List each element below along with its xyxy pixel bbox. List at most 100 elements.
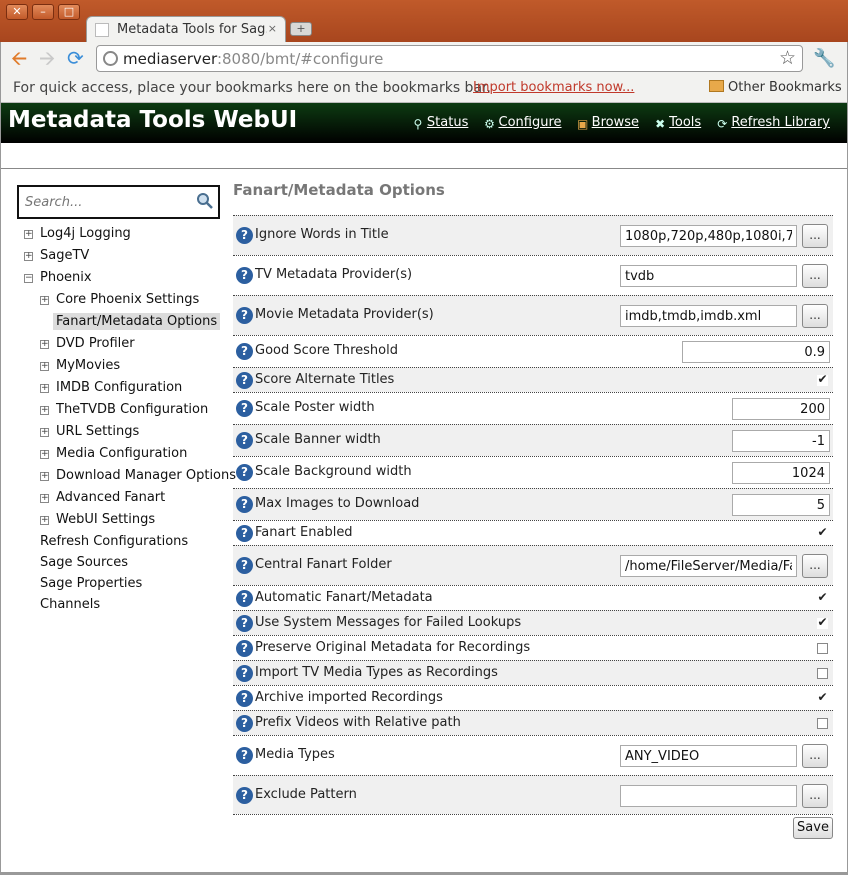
- minimize-window-button[interactable]: –: [32, 4, 54, 20]
- browse-button[interactable]: ...: [802, 264, 828, 288]
- tv-metadata-provider-s-input[interactable]: [620, 265, 797, 287]
- help-icon[interactable]: ?: [236, 786, 253, 804]
- search-icon[interactable]: [196, 192, 214, 210]
- import-tv-media-types-as-recordings-checkbox[interactable]: [817, 667, 828, 679]
- nav-status-link[interactable]: ⚲ Status: [411, 115, 469, 131]
- help-icon[interactable]: ?: [236, 589, 253, 607]
- tab-close-icon[interactable]: ×: [268, 22, 277, 35]
- tree-item-imdb-configuration[interactable]: + IMDB Configuration: [40, 378, 182, 398]
- scale-poster-width-input[interactable]: [732, 398, 830, 420]
- browse-button[interactable]: ...: [802, 304, 828, 328]
- tree-item-channels[interactable]: Channels: [40, 595, 100, 615]
- back-arrow-icon[interactable]: 🡨: [11, 47, 27, 69]
- scale-background-width-input[interactable]: [732, 462, 830, 484]
- nav-configure-link[interactable]: ⚙ Configure: [483, 115, 561, 131]
- reload-icon[interactable]: ⟳: [67, 47, 84, 69]
- tree-item-url-settings[interactable]: + URL Settings: [40, 422, 139, 442]
- tree-item-sage-sources[interactable]: Sage Sources: [40, 553, 128, 573]
- nav-browse-link[interactable]: ▣ Browse: [576, 115, 639, 131]
- save-button[interactable]: Save: [793, 817, 833, 839]
- tree-item-thetvdb-configuration[interactable]: + TheTVDB Configuration: [40, 400, 208, 420]
- expand-icon[interactable]: +: [40, 494, 49, 503]
- max-images-to-download-input[interactable]: [732, 494, 830, 516]
- help-icon[interactable]: ?: [236, 639, 253, 657]
- tree-item-log4j-logging[interactable]: + Log4j Logging: [24, 224, 131, 244]
- tree-item-fanart-metadata-options[interactable]: Fanart/Metadata Options: [53, 312, 221, 332]
- help-icon[interactable]: ?: [236, 557, 253, 574]
- option-row-exclude-pattern: ? Exclude Pattern...: [233, 775, 833, 814]
- tree-item-media-configuration[interactable]: + Media Configuration: [40, 444, 187, 464]
- score-alternate-titles-checkbox[interactable]: ✔: [817, 373, 828, 386]
- expand-icon[interactable]: +: [40, 296, 49, 305]
- refresh-icon: ⟳: [717, 117, 728, 131]
- expand-icon[interactable]: +: [40, 516, 49, 525]
- tree-item-sagetv[interactable]: + SageTV: [24, 246, 89, 266]
- good-score-threshold-input[interactable]: [682, 341, 830, 363]
- nav-refresh-library-link[interactable]: ⟳ Refresh Library: [715, 115, 830, 131]
- help-icon[interactable]: ?: [236, 664, 253, 682]
- automatic-fanart-metadata-checkbox[interactable]: ✔: [817, 591, 828, 604]
- bulb-icon: ⚲: [413, 117, 423, 131]
- help-icon[interactable]: ?: [236, 267, 253, 284]
- search-input[interactable]: [23, 191, 193, 213]
- scale-banner-width-input[interactable]: [732, 430, 830, 452]
- help-icon[interactable]: ?: [236, 524, 253, 542]
- help-icon[interactable]: ?: [236, 371, 253, 389]
- forward-arrow-icon[interactable]: 🡪: [39, 47, 55, 69]
- help-icon[interactable]: ?: [236, 614, 253, 632]
- help-icon[interactable]: ?: [236, 689, 253, 707]
- expand-icon[interactable]: +: [40, 384, 49, 393]
- tree-item-sage-properties[interactable]: Sage Properties: [40, 574, 142, 594]
- browse-button[interactable]: ...: [802, 224, 828, 248]
- tree-item-dvd-profiler[interactable]: + DVD Profiler: [40, 334, 135, 354]
- prefix-videos-with-relative-path-checkbox[interactable]: [817, 717, 828, 729]
- help-icon[interactable]: ?: [236, 464, 253, 481]
- import-bookmarks-link[interactable]: Import bookmarks now...: [473, 80, 634, 95]
- tree-item-phoenix[interactable]: − Phoenix: [24, 268, 92, 288]
- media-types-input[interactable]: [620, 745, 797, 767]
- help-icon[interactable]: ?: [236, 343, 253, 360]
- help-icon[interactable]: ?: [236, 227, 253, 244]
- help-icon[interactable]: ?: [236, 714, 253, 732]
- expand-icon[interactable]: +: [24, 252, 33, 261]
- expand-icon[interactable]: +: [40, 428, 49, 437]
- expand-icon[interactable]: +: [40, 362, 49, 371]
- address-bar[interactable]: mediaserver:8080/bmt/#configure ☆: [96, 45, 803, 72]
- browse-button[interactable]: ...: [802, 783, 828, 808]
- tree-item-advanced-fanart[interactable]: + Advanced Fanart: [40, 488, 165, 508]
- help-icon[interactable]: ?: [236, 400, 253, 417]
- help-icon[interactable]: ?: [236, 747, 253, 764]
- expand-icon[interactable]: +: [24, 230, 33, 239]
- tree-item-download-manager-options[interactable]: + Download Manager Options: [40, 466, 236, 486]
- help-icon[interactable]: ?: [236, 496, 253, 513]
- central-fanart-folder-input[interactable]: [620, 555, 797, 577]
- collapse-icon[interactable]: −: [24, 274, 33, 283]
- expand-icon[interactable]: +: [40, 450, 49, 459]
- wrench-icon[interactable]: 🔧: [813, 48, 835, 69]
- ignore-words-in-title-input[interactable]: [620, 225, 797, 247]
- close-window-button[interactable]: ✕: [6, 4, 28, 20]
- browse-button[interactable]: ...: [802, 554, 828, 578]
- use-system-messages-for-failed-lookups-checkbox[interactable]: ✔: [817, 616, 828, 629]
- tree-item-core-phoenix-settings[interactable]: + Core Phoenix Settings: [40, 290, 199, 310]
- archive-imported-recordings-checkbox[interactable]: ✔: [817, 691, 828, 704]
- help-icon[interactable]: ?: [236, 307, 253, 324]
- expand-icon[interactable]: +: [40, 472, 49, 481]
- tree-item-mymovies[interactable]: + MyMovies: [40, 356, 120, 376]
- new-tab-button[interactable]: +: [290, 22, 312, 36]
- browse-button[interactable]: ...: [802, 744, 828, 768]
- expand-icon[interactable]: +: [40, 406, 49, 415]
- expand-icon[interactable]: +: [40, 340, 49, 349]
- bookmark-star-icon[interactable]: ☆: [779, 47, 796, 69]
- preserve-original-metadata-for-recordings-checkbox[interactable]: [817, 642, 828, 654]
- browser-tab[interactable]: Metadata Tools for Sag… ×: [86, 16, 286, 42]
- tree-item-webui-settings[interactable]: + WebUI Settings: [40, 510, 155, 530]
- movie-metadata-provider-s-input[interactable]: [620, 305, 797, 327]
- exclude-pattern-input[interactable]: [620, 784, 797, 807]
- nav-tools-link[interactable]: ✖ Tools: [653, 115, 701, 131]
- help-icon[interactable]: ?: [236, 432, 253, 449]
- tree-item-refresh-configurations[interactable]: Refresh Configurations: [40, 532, 188, 552]
- maximize-window-button[interactable]: □: [58, 4, 80, 20]
- other-bookmarks-button[interactable]: Other Bookmarks: [709, 80, 842, 95]
- fanart-enabled-checkbox[interactable]: ✔: [817, 526, 828, 539]
